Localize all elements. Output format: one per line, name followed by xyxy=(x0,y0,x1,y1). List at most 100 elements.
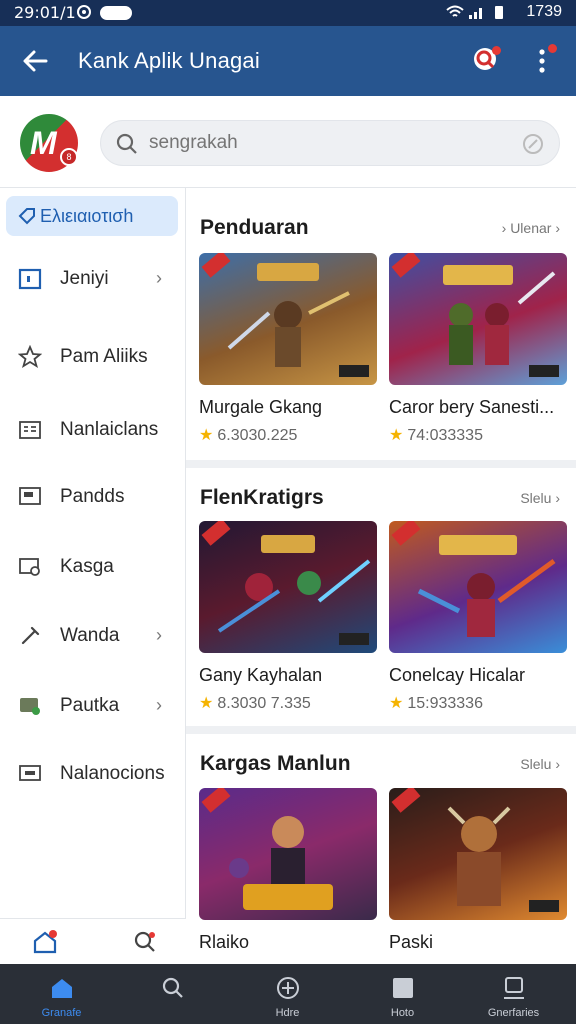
game-thumbnail[interactable] xyxy=(199,253,377,385)
search-icon xyxy=(162,977,183,998)
game-rating: ★ 6.3030.225 xyxy=(199,425,297,445)
sidebar-item-pautka[interactable]: Pautka › xyxy=(0,681,186,731)
nav-label: Hoto xyxy=(390,1007,415,1019)
chevron-right-icon: › xyxy=(156,695,162,715)
search-notification-dot xyxy=(492,46,501,55)
section-flenkratigrs: FlenKratigrs Slelu › Gany Kayhalan ★ 8.30… xyxy=(186,486,576,746)
game-thumbnail[interactable] xyxy=(389,253,567,385)
battery-icon xyxy=(495,6,503,19)
settings-status-icon xyxy=(77,5,91,19)
nav-item-granafe[interactable]: Granafe xyxy=(4,964,119,1024)
sidebar-item-nanlaiclans[interactable]: Nanlaiclans xyxy=(0,405,186,455)
sidebar-item-wanda[interactable]: Wanda › xyxy=(0,611,186,661)
game-art xyxy=(229,816,333,910)
nav-item-gnerfaries[interactable]: Gnerfaries xyxy=(456,964,571,1024)
nav-item-search[interactable] xyxy=(115,964,230,1024)
bottom-navigation: Granafe Hdre Hoto Gnerfaries xyxy=(0,964,576,1024)
nav-label: Hdre xyxy=(275,1007,300,1019)
game-thumbnail[interactable] xyxy=(199,788,377,920)
game-thumbnail[interactable] xyxy=(199,521,377,653)
sidebar-item-nalanocions[interactable]: Nalanocions xyxy=(0,749,186,799)
sidebar-item-label: Ελιειαιοτισh xyxy=(40,206,134,226)
app-bar: Kank Aplik Unagai xyxy=(0,26,576,96)
tag-icon xyxy=(18,208,35,225)
search-bar[interactable] xyxy=(100,120,560,166)
compass-icon xyxy=(277,977,299,999)
nav-item-hdre[interactable]: Hdre xyxy=(230,964,345,1024)
logo-badge: 8 xyxy=(60,148,78,166)
screen-icon xyxy=(19,487,41,505)
section-see-more-link[interactable]: Slelu › xyxy=(520,756,560,772)
voice-search-icon[interactable] xyxy=(521,132,545,156)
window-search-icon xyxy=(19,558,40,576)
sidebar-item-label: Pam Aliiks xyxy=(60,346,148,367)
game-title: Conelcay Hicalar xyxy=(389,665,526,685)
section-title: FlenKratigrs xyxy=(200,486,324,509)
sidebar-item-jeniyi[interactable]: Jeniyi › xyxy=(0,254,186,304)
section-kargas-manlun: Kargas Manlun Slelu › Rlaiko Paski xyxy=(186,752,576,964)
search-button[interactable] xyxy=(470,44,502,76)
section-see-more-link[interactable]: › Ulenar › xyxy=(502,220,560,236)
rating-value: 15:933336 xyxy=(407,695,483,712)
game-title: Rlaiko xyxy=(199,932,250,952)
search-outline-icon[interactable] xyxy=(132,929,158,955)
rating-value: 74:033335 xyxy=(407,427,483,444)
sidebar-item-active[interactable]: Ελιειαιοτισh xyxy=(6,196,178,236)
game-thumbnail[interactable] xyxy=(389,521,567,653)
home-outline-icon[interactable] xyxy=(32,929,58,955)
square-icon xyxy=(393,978,413,998)
section-title: Kargas Manlun xyxy=(200,752,351,775)
status-time: 29:01/1 xyxy=(14,3,76,22)
game-art xyxy=(447,806,559,912)
sidebar-item-pandds[interactable]: Pandds xyxy=(0,472,186,522)
nav-item-hoto[interactable]: Hoto xyxy=(345,964,460,1024)
sidebar-item-label: Pautka xyxy=(60,695,120,716)
search-icon xyxy=(116,133,137,154)
rating-value: 6.3030.225 xyxy=(217,427,298,444)
notification-pill-icon xyxy=(100,6,132,20)
search-input[interactable] xyxy=(149,129,499,157)
chat-icon xyxy=(20,698,40,715)
game-rating: ★ 74:033335 xyxy=(389,425,483,445)
sidebar-item-label: Pandds xyxy=(60,486,125,507)
sidebar-item-label: Kasga xyxy=(60,556,114,577)
menu-notification-dot xyxy=(548,44,557,53)
game-art xyxy=(443,265,559,377)
sidebar-item-label: Jeniyi xyxy=(60,268,109,289)
back-arrow-icon[interactable] xyxy=(20,46,50,76)
game-thumbnail[interactable] xyxy=(389,788,567,920)
section-title: Penduaran xyxy=(200,216,309,239)
section-penduaran: Penduaran › Ulenar › Murgale Gkang ★ 6.30… xyxy=(186,216,576,476)
star-icon: ★ xyxy=(389,427,404,444)
nav-label: Gnerfaries xyxy=(487,1007,540,1019)
nav-label: Granafe xyxy=(41,1007,82,1019)
sidebar-bottom-bar xyxy=(0,918,186,964)
sidebar-item-kasga[interactable]: Kasga xyxy=(0,542,186,592)
section-see-more-link[interactable]: Slelu › xyxy=(520,490,560,506)
sidebar: Ελιειαιοτισh Jeniyi › Pam Aliiks Nanlaic… xyxy=(0,188,186,918)
pin-icon xyxy=(21,626,40,645)
game-rating: ★ 8.3030 7.335 xyxy=(199,693,311,713)
game-title: Caror bery Sanesti... xyxy=(389,397,555,417)
chevron-right-icon: › xyxy=(156,268,162,288)
signal-icon xyxy=(469,8,482,19)
star-icon: ★ xyxy=(199,427,214,444)
chevron-right-icon: › xyxy=(156,625,162,645)
wifi-icon xyxy=(446,5,464,17)
grid-card-icon xyxy=(19,421,41,439)
sidebar-item-label: Nalanocions xyxy=(60,763,165,784)
main-content: Penduaran › Ulenar › Murgale Gkang ★ 6.30… xyxy=(186,188,576,964)
sidebar-item-label: Nanlaiclans xyxy=(60,419,159,440)
rating-value: 8.3030 7.335 xyxy=(217,695,311,712)
sidebar-item-pam-aliiks[interactable]: Pam Aliiks xyxy=(0,332,186,382)
profile-icon xyxy=(504,977,524,999)
status-bar: 29:01/1 1739 xyxy=(0,0,576,26)
section-divider xyxy=(186,726,576,734)
calendar-icon xyxy=(18,268,42,290)
status-clock: 1739 xyxy=(526,3,562,20)
game-title: Paski xyxy=(389,932,434,952)
header-row: M 8 xyxy=(0,96,576,188)
overflow-menu-button[interactable] xyxy=(530,44,558,78)
app-logo[interactable]: M 8 xyxy=(20,114,78,172)
game-title: Gany Kayhalan xyxy=(199,665,323,685)
